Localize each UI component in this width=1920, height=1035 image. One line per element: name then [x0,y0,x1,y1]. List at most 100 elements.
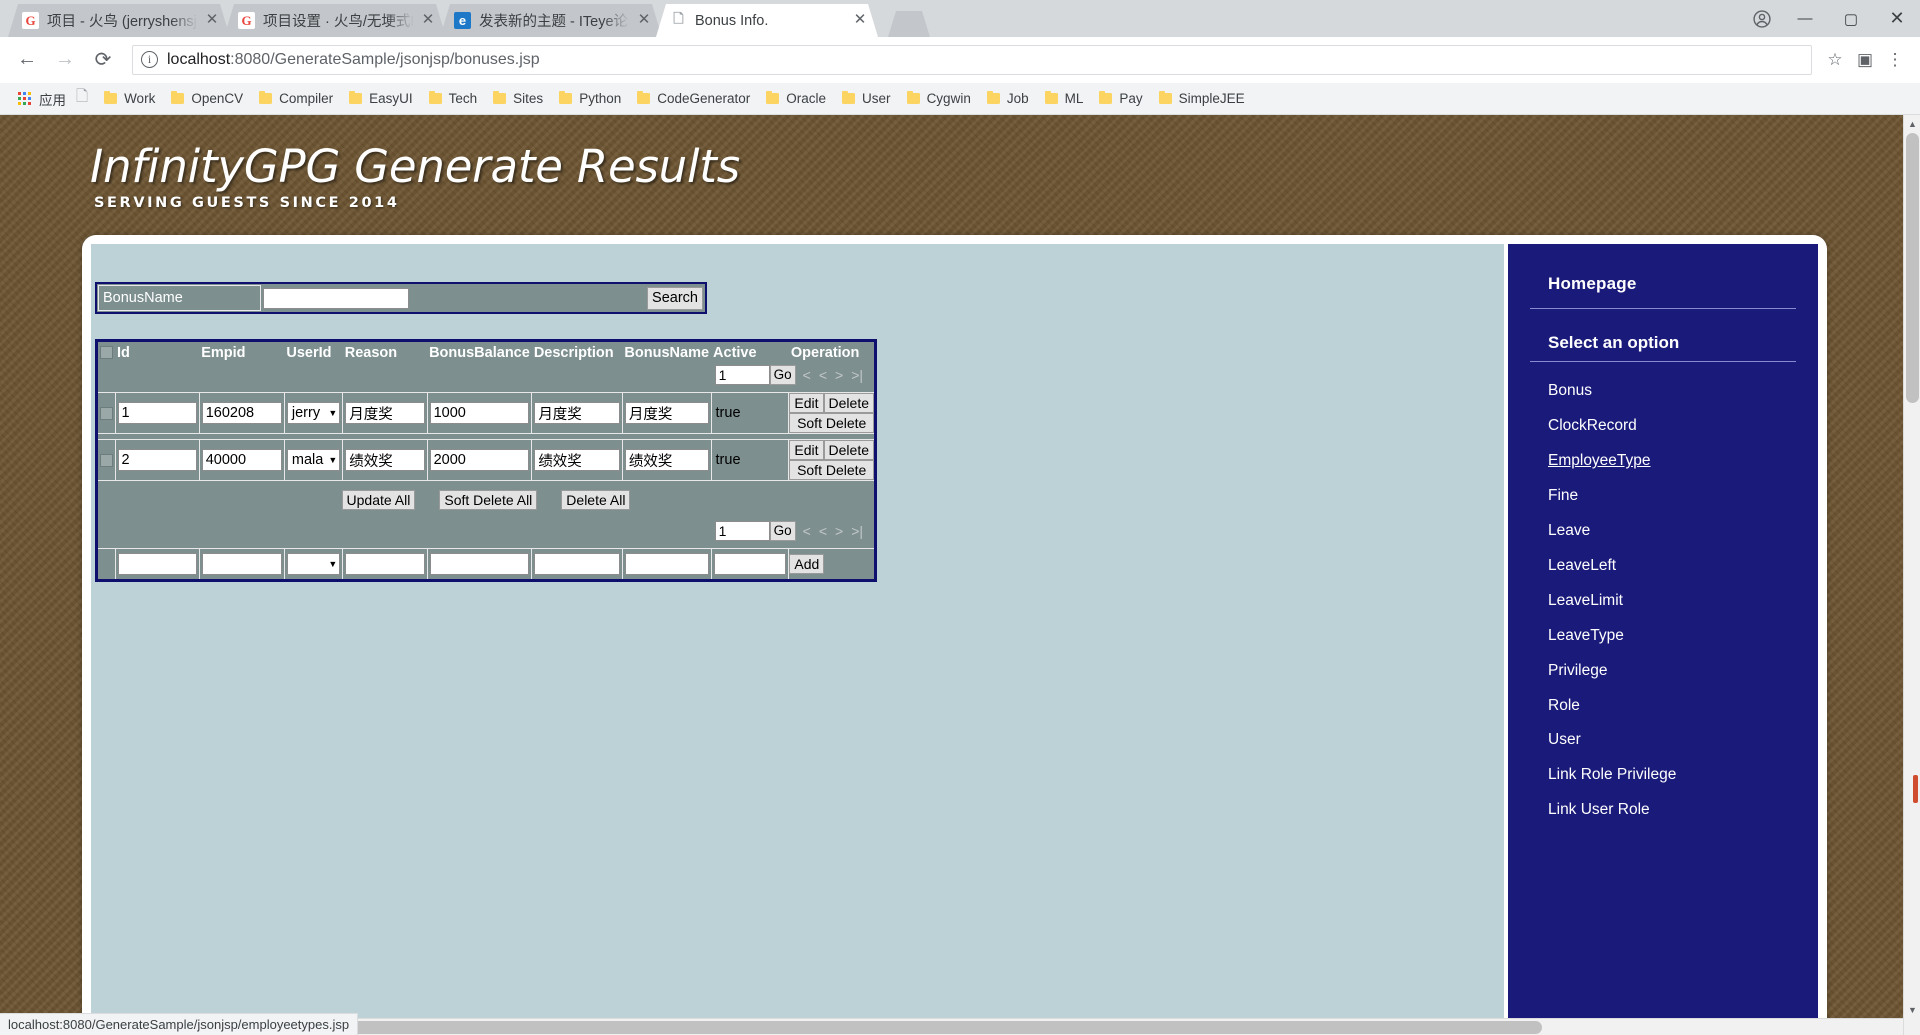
edit-button[interactable]: Edit [789,393,824,414]
new-userid-select[interactable]: ▼ [286,553,341,576]
bookmark-ml[interactable]: ML [1037,87,1092,111]
first-page-link-bottom[interactable]: < [803,523,811,539]
new-bonusname-input[interactable] [624,553,709,576]
id-input[interactable]: 1 [117,402,197,425]
address-bar[interactable]: i localhost:8080/GenerateSample/jsonjsp/… [132,44,1812,75]
new-tab-button[interactable] [888,11,930,37]
last-page-link-bottom[interactable]: >| [851,523,863,539]
back-icon[interactable]: ← [10,43,44,77]
tab-close-icon[interactable]: ✕ [852,13,868,29]
browser-tab-1[interactable]: G 项目 - 火鸟 (jerryshensj ✕ [8,4,230,37]
vertical-scroll-thumb[interactable] [1906,133,1919,403]
site-info-icon[interactable]: i [141,51,158,68]
profile-avatar-icon[interactable] [1742,9,1782,29]
sidebar-item-link-user-role[interactable]: Link User Role [1508,793,1818,828]
tab-close-icon[interactable]: ✕ [420,13,436,29]
sidebar-item-employeetype[interactable]: EmployeeType [1508,444,1818,479]
bookmark-opencv[interactable]: OpenCV [163,87,251,111]
soft-delete-button[interactable]: Soft Delete [789,460,874,481]
description-input[interactable]: 绩效奖 [534,449,620,472]
chrome-menu-icon[interactable]: ⋮ [1880,45,1910,75]
maximize-button[interactable]: ▢ [1828,0,1874,37]
bonusname-input[interactable]: 月度奖 [624,402,709,425]
bookmark-work[interactable]: Work [96,87,163,111]
extension-icon[interactable]: ▣ [1850,45,1880,75]
col-header-operation[interactable]: Operation [789,341,876,363]
bookmark-easyui[interactable]: EasyUI [341,87,421,111]
reason-input[interactable]: 月度奖 [345,402,425,425]
bonusbalance-input[interactable]: 1000 [429,402,530,425]
col-header-reason[interactable]: Reason [343,341,427,363]
empid-input[interactable]: 40000 [201,449,282,472]
page-icon[interactable]: 🗋 [74,86,96,111]
sidebar-item-leavelimit[interactable]: LeaveLimit [1508,584,1818,619]
bonusname-input[interactable]: 绩效奖 [624,449,709,472]
col-header-userid[interactable]: UserId [284,341,342,363]
prev-page-link-bottom[interactable]: < [819,523,827,539]
col-header-bonusname[interactable]: BonusName [622,341,711,363]
row-checkbox[interactable] [99,406,113,420]
browser-tab-2[interactable]: G 项目设置 · 火鸟/无埂式H ✕ [224,4,446,37]
next-page-link-bottom[interactable]: > [835,523,843,539]
delete-all-button[interactable]: Delete All [561,489,631,510]
bookmark-compiler[interactable]: Compiler [251,87,341,111]
col-header-description[interactable]: Description [532,341,623,363]
sidebar-item-leaveleft[interactable]: LeaveLeft [1508,549,1818,584]
bookmark-job[interactable]: Job [979,87,1037,111]
sidebar-item-privilege[interactable]: Privilege [1508,654,1818,689]
sidebar-item-user[interactable]: User [1508,723,1818,758]
col-header-active[interactable]: Active [711,341,789,363]
scroll-up-icon[interactable]: ▲ [1904,115,1920,132]
new-description-input[interactable] [534,553,620,576]
page-number-input-bottom[interactable]: 1 [714,520,770,541]
select-all-checkbox[interactable] [100,346,113,360]
vertical-scrollbar[interactable]: ▲ ▼ [1903,115,1920,1035]
sidebar-item-bonus[interactable]: Bonus [1508,374,1818,409]
sidebar-item-homepage[interactable]: Homepage [1508,274,1818,304]
page-go-button-top[interactable]: Go [769,364,796,385]
last-page-link-top[interactable]: >| [851,367,863,383]
first-page-link-top[interactable]: < [803,367,811,383]
update-all-button[interactable]: Update All [341,489,416,510]
userid-select[interactable]: mala ▼ [286,449,341,472]
tab-close-icon[interactable]: ✕ [636,13,652,29]
delete-button[interactable]: Delete [823,393,874,414]
next-page-link-top[interactable]: > [835,367,843,383]
tab-close-icon[interactable]: ✕ [204,13,220,29]
bookmark-python[interactable]: Python [551,87,629,111]
minimize-button[interactable]: — [1782,0,1828,37]
add-button[interactable]: Add [789,554,825,575]
col-header-empid[interactable]: Empid [199,341,284,363]
prev-page-link-top[interactable]: < [819,367,827,383]
bookmark-codegenerator[interactable]: CodeGenerator [629,87,758,111]
edit-button[interactable]: Edit [789,440,824,461]
window-close-button[interactable]: ✕ [1874,0,1920,37]
bookmark-pay[interactable]: Pay [1091,87,1150,111]
search-button[interactable]: Search [647,286,703,310]
sidebar-item-link-role-privilege[interactable]: Link Role Privilege [1508,758,1818,793]
empid-input[interactable]: 160208 [201,402,282,425]
new-bonusbalance-input[interactable] [429,553,530,576]
bookmark-simplejee[interactable]: SimpleJEE [1151,87,1253,111]
page-number-input-top[interactable]: 1 [714,364,770,385]
description-input[interactable]: 月度奖 [534,402,620,425]
bookmark-sites[interactable]: Sites [485,87,551,111]
soft-delete-all-button[interactable]: Soft Delete All [439,489,538,510]
row-checkbox[interactable] [99,453,113,467]
userid-select[interactable]: jerry ▼ [286,402,341,425]
sidebar-item-clockrecord[interactable]: ClockRecord [1508,409,1818,444]
col-header-id[interactable]: Id [115,341,199,363]
page-go-button-bottom[interactable]: Go [769,520,796,541]
bookmark-user[interactable]: User [834,87,899,111]
reason-input[interactable]: 绩效奖 [345,449,425,472]
search-input[interactable] [263,287,409,309]
new-id-input[interactable] [117,553,197,576]
bookmark-tech[interactable]: Tech [421,87,486,111]
bookmark-oracle[interactable]: Oracle [758,87,834,111]
new-active-input[interactable] [713,553,787,576]
bookmark-apps[interactable]: 应用 [6,87,74,111]
new-empid-input[interactable] [201,553,282,576]
id-input[interactable]: 2 [117,449,197,472]
browser-tab-3[interactable]: e 发表新的主题 - ITeye论 ✕ [440,4,662,37]
browser-tab-4-active[interactable]: 🗋 Bonus Info. ✕ [656,4,878,37]
